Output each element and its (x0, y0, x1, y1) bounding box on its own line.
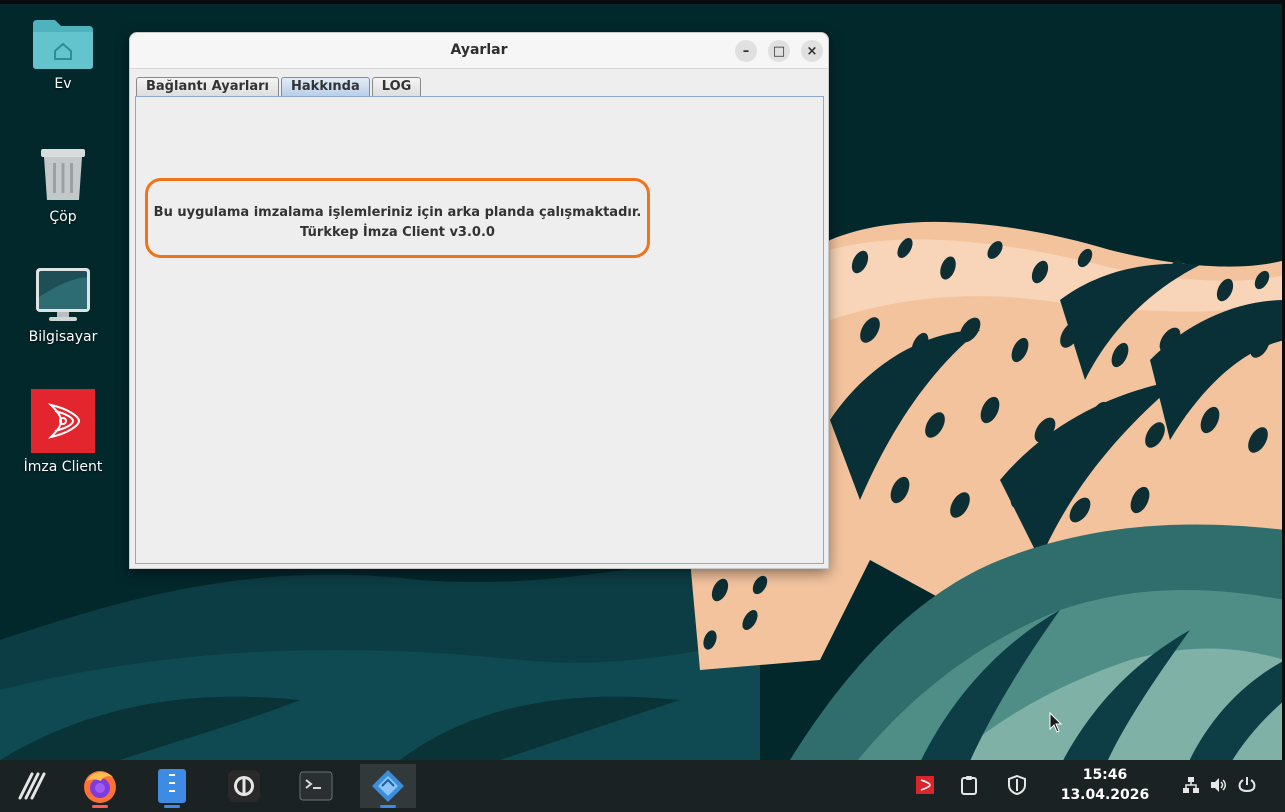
desktop-icon-label: İmza Client (23, 459, 103, 475)
about-description: Bu uygulama imzalama işlemleriniz için a… (153, 205, 642, 220)
running-indicator (164, 805, 180, 808)
about-highlight-box: Bu uygulama imzalama işlemleriniz için a… (145, 178, 650, 258)
minimize-icon: – (742, 43, 750, 59)
shield-icon (1008, 775, 1026, 795)
taskbar-password-manager[interactable] (216, 764, 272, 808)
taskbar-file-manager[interactable] (144, 764, 200, 808)
tray-shield[interactable] (1006, 774, 1028, 796)
close-button[interactable]: × (801, 40, 823, 62)
maximize-icon: □ (772, 43, 786, 59)
tray-clipboard[interactable] (958, 774, 980, 796)
clock-date: 13.04.2026 (1060, 787, 1150, 803)
minimize-button[interactable]: – (735, 40, 757, 62)
tab-connection-settings[interactable]: Bağlantı Ayarları (136, 77, 280, 96)
tray-network[interactable] (1180, 774, 1202, 796)
home-folder-icon (33, 20, 93, 69)
tray-volume[interactable] (1207, 774, 1229, 796)
window-titlebar[interactable]: Ayarlar – □ × (130, 33, 828, 69)
desktop-icon-imza-client[interactable]: İmza Client (8, 389, 118, 475)
maximize-button[interactable]: □ (768, 40, 790, 62)
firefox-icon (84, 771, 116, 803)
tab-bar: Bağlantı Ayarları Hakkında LOG (136, 77, 423, 96)
running-indicator (92, 805, 108, 808)
settings-window: Ayarlar – □ × Bağlantı Ayarları Hakkında… (129, 32, 829, 569)
desktop-icon-computer[interactable]: Bilgisayar (8, 267, 118, 345)
terminal-icon (299, 771, 333, 801)
tray-imza[interactable] (914, 774, 936, 796)
app-menu-button[interactable] (4, 764, 60, 808)
tray-power[interactable] (1236, 774, 1258, 796)
taskbar-clock[interactable]: 15:46 13.04.2026 (1060, 765, 1150, 805)
taskbar-java-app[interactable] (360, 764, 416, 808)
tab-panel-about: Bu uygulama imzalama işlemleriniz için a… (135, 96, 824, 564)
mouse-cursor-icon (1049, 712, 1063, 733)
about-version: Türkkep İmza Client v3.0.0 (300, 225, 495, 240)
power-icon (1238, 777, 1256, 792)
desktop-icon-home[interactable]: Ev (8, 18, 118, 92)
trash-icon (41, 149, 85, 200)
desktop-icon-label: Çöp (49, 209, 77, 225)
network-icon (1183, 777, 1199, 793)
close-icon: × (806, 43, 818, 59)
window-title: Ayarlar (450, 42, 508, 58)
desktop-icon-trash[interactable]: Çöp (8, 145, 118, 225)
password-manager-icon (228, 770, 260, 802)
computer-icon (36, 268, 90, 321)
java-app-icon (372, 770, 404, 802)
taskbar-firefox[interactable] (72, 764, 128, 808)
running-indicator (380, 805, 396, 808)
app-menu-icon (18, 772, 46, 800)
file-manager-icon (158, 769, 186, 803)
desktop-icon-label: Bilgisayar (28, 329, 98, 345)
tab-about[interactable]: Hakkında (281, 77, 370, 96)
desktop-icon-label: Ev (54, 76, 72, 92)
clipboard-icon (961, 776, 977, 795)
tab-log[interactable]: LOG (371, 77, 422, 96)
imza-tray-icon (916, 776, 934, 794)
volume-icon (1211, 778, 1226, 792)
clock-time: 15:46 (1082, 767, 1128, 783)
taskbar-terminal[interactable] (288, 764, 344, 808)
imza-client-icon (31, 389, 95, 453)
screen-top-edge (0, 0, 1285, 4)
